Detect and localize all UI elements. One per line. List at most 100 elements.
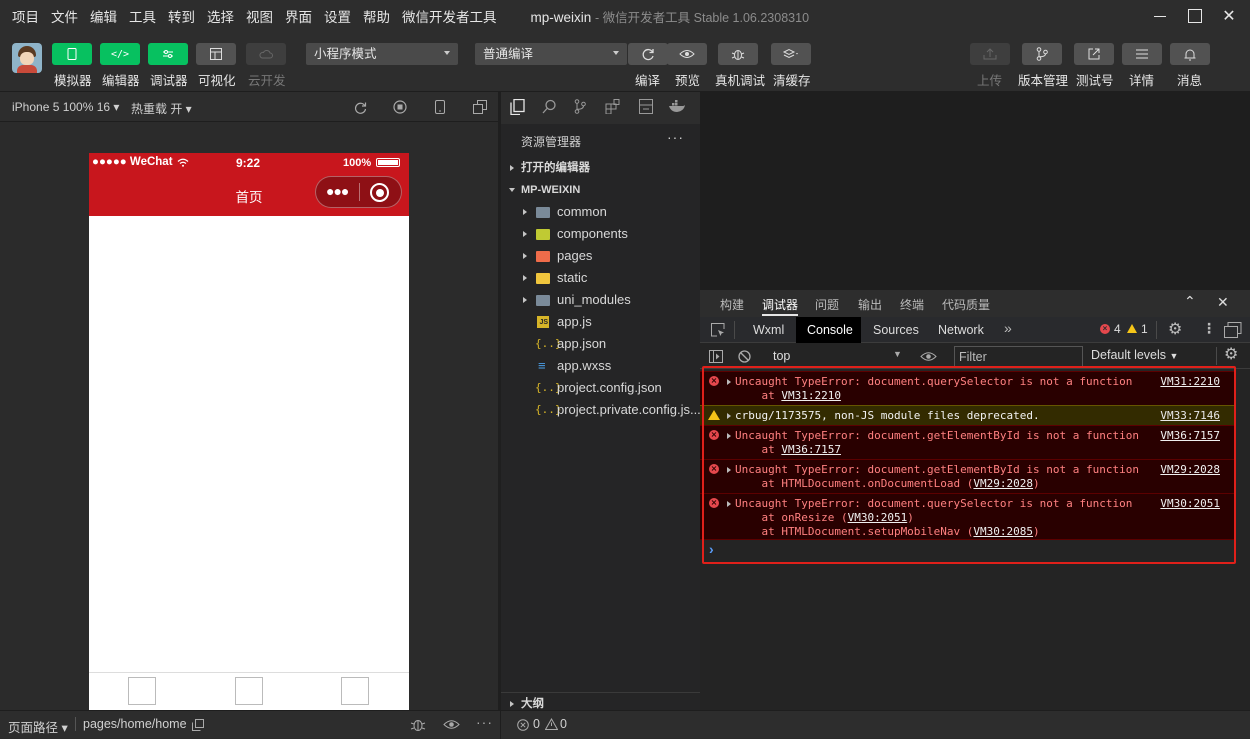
preview-button[interactable] bbox=[667, 43, 707, 65]
files-icon[interactable] bbox=[510, 99, 525, 115]
tab-output[interactable]: 输出 bbox=[858, 296, 882, 313]
minimize-button[interactable] bbox=[1143, 0, 1177, 32]
status-warning-count[interactable]: 0 bbox=[560, 717, 567, 731]
clear-cache-button[interactable] bbox=[771, 43, 811, 65]
context-select[interactable]: top ▼ bbox=[763, 347, 906, 366]
tab-icon-image[interactable] bbox=[235, 677, 263, 705]
messages-button[interactable] bbox=[1170, 43, 1210, 65]
search-icon[interactable] bbox=[542, 99, 557, 114]
more-tabs-icon[interactable]: » bbox=[1004, 320, 1012, 336]
error-count[interactable]: 4 bbox=[1114, 322, 1121, 336]
popout-icon[interactable] bbox=[473, 100, 487, 114]
tab-icon-image[interactable] bbox=[341, 677, 369, 705]
more-icon[interactable]: ●●● bbox=[326, 183, 349, 199]
close-miniprogram-icon[interactable] bbox=[370, 183, 389, 202]
clear-console-icon[interactable] bbox=[738, 350, 751, 363]
warning-count[interactable]: 1 bbox=[1141, 322, 1148, 336]
menu-item-goto[interactable]: 转到 bbox=[156, 6, 195, 26]
tab-problems[interactable]: 问题 bbox=[815, 296, 839, 313]
upload-button[interactable] bbox=[970, 43, 1010, 65]
editor-area[interactable] bbox=[700, 92, 1250, 290]
tree-file-project-private-config[interactable]: {..} project.private.config.js... bbox=[501, 399, 700, 421]
mode-select[interactable]: 小程序模式 bbox=[306, 43, 458, 65]
tree-file-app-js[interactable]: JS app.js bbox=[501, 311, 700, 333]
storage-icon[interactable] bbox=[639, 99, 653, 114]
menu-item-view[interactable]: 视图 bbox=[234, 6, 273, 26]
tab-build[interactable]: 构建 bbox=[720, 296, 744, 313]
project-section[interactable]: MP-WEIXIN bbox=[501, 179, 700, 201]
phone-screen[interactable] bbox=[89, 153, 409, 710]
eye-icon[interactable] bbox=[443, 719, 460, 730]
tree-file-project-config[interactable]: {..} project.config.json bbox=[501, 377, 700, 399]
tree-folder-static[interactable]: static bbox=[501, 267, 700, 289]
remote-debug-button[interactable] bbox=[718, 43, 758, 65]
tab-console[interactable]: Console bbox=[807, 323, 853, 337]
tree-folder-components[interactable]: components bbox=[501, 223, 700, 245]
menu-item-interface[interactable]: 界面 bbox=[273, 6, 312, 26]
tab-icon-image[interactable] bbox=[128, 677, 156, 705]
inspect-element-icon[interactable] bbox=[711, 323, 725, 337]
extensions-icon[interactable] bbox=[605, 99, 620, 114]
kebab-menu-icon[interactable]: ⋮ bbox=[1202, 320, 1216, 337]
compile-mode-select[interactable]: 普通编译 bbox=[475, 43, 627, 65]
details-button[interactable] bbox=[1122, 43, 1162, 65]
tree-folder-common[interactable]: common bbox=[501, 201, 700, 223]
debugger-toggle-button[interactable] bbox=[148, 43, 188, 65]
stop-icon[interactable] bbox=[393, 100, 407, 114]
tab-sources[interactable]: Sources bbox=[873, 323, 919, 337]
filter-input[interactable]: Filter bbox=[954, 346, 1083, 367]
menu-item-wechat-devtools[interactable]: 微信开发者工具 bbox=[390, 6, 497, 26]
menu-item-project[interactable]: 项目 bbox=[0, 6, 39, 26]
visual-toggle-button[interactable] bbox=[196, 43, 236, 65]
menu-item-edit[interactable]: 编辑 bbox=[78, 6, 117, 26]
tab-code-quality[interactable]: 代码质量 bbox=[942, 296, 990, 313]
phone-icon[interactable] bbox=[435, 100, 445, 114]
tree-folder-uni-modules[interactable]: uni_modules bbox=[501, 289, 700, 311]
avatar[interactable] bbox=[12, 43, 42, 73]
docker-icon[interactable] bbox=[668, 100, 686, 113]
warning-triangle-icon[interactable] bbox=[545, 718, 558, 730]
menu-item-settings[interactable]: 设置 bbox=[312, 6, 351, 26]
tab-terminal[interactable]: 终端 bbox=[900, 296, 924, 313]
bug-icon[interactable] bbox=[410, 717, 426, 732]
copy-icon[interactable] bbox=[192, 719, 204, 731]
cloud-icon bbox=[259, 50, 273, 59]
tab-wxml[interactable]: Wxml bbox=[753, 323, 784, 337]
log-levels-select[interactable]: Default levels ▼ bbox=[1091, 348, 1178, 362]
menu-item-help[interactable]: 帮助 bbox=[351, 6, 390, 26]
live-expression-eye-icon[interactable] bbox=[920, 351, 937, 362]
tree-folder-pages[interactable]: pages bbox=[501, 245, 700, 267]
menu-item-file[interactable]: 文件 bbox=[39, 6, 78, 26]
tree-file-app-wxss[interactable]: ≡ app.wxss bbox=[501, 355, 700, 377]
menu-item-tools[interactable]: 工具 bbox=[117, 6, 156, 26]
error-circle-icon[interactable] bbox=[517, 719, 529, 731]
menu-item-select[interactable]: 选择 bbox=[195, 6, 234, 26]
close-window-button[interactable]: ✕ bbox=[1212, 0, 1246, 32]
device-select[interactable]: iPhone 5 100% 16 ▾ bbox=[12, 100, 119, 114]
sidebar-toggle-icon[interactable] bbox=[709, 350, 723, 363]
more-actions-icon[interactable]: ··· bbox=[667, 129, 684, 145]
console-settings-icon[interactable]: ⚙ bbox=[1224, 344, 1238, 364]
window-title-app: - 微信开发者工具 Stable 1.06.2308310 bbox=[595, 10, 810, 25]
maximize-button[interactable] bbox=[1178, 0, 1212, 32]
version-control-button[interactable] bbox=[1022, 43, 1062, 65]
tab-debugger[interactable]: 调试器 bbox=[762, 296, 798, 313]
more-options-icon[interactable]: ··· bbox=[476, 714, 493, 730]
simulator-toggle-button[interactable] bbox=[52, 43, 92, 65]
chevron-up-icon[interactable]: ⌃ bbox=[1184, 293, 1196, 310]
page-path-select[interactable]: 页面路径 ▾ bbox=[8, 717, 68, 736]
test-account-button[interactable] bbox=[1074, 43, 1114, 65]
close-icon[interactable]: ✕ bbox=[1217, 294, 1229, 311]
rotate-icon[interactable] bbox=[354, 101, 367, 114]
tree-file-app-json[interactable]: {..} app.json bbox=[501, 333, 700, 355]
hot-reload-select[interactable]: 热重载 开 ▾ bbox=[131, 100, 192, 117]
editor-toggle-button[interactable]: </> bbox=[100, 43, 140, 65]
source-control-icon[interactable] bbox=[574, 99, 586, 114]
status-error-count[interactable]: 0 bbox=[533, 717, 540, 731]
settings-gear-icon[interactable]: ⚙ bbox=[1168, 319, 1182, 339]
compile-button[interactable] bbox=[628, 43, 668, 65]
dock-side-icon[interactable] bbox=[1224, 322, 1242, 338]
tab-network[interactable]: Network bbox=[938, 323, 984, 337]
open-editors-section[interactable]: 打开的编辑器 bbox=[501, 157, 700, 179]
cloud-dev-button[interactable] bbox=[246, 43, 286, 65]
